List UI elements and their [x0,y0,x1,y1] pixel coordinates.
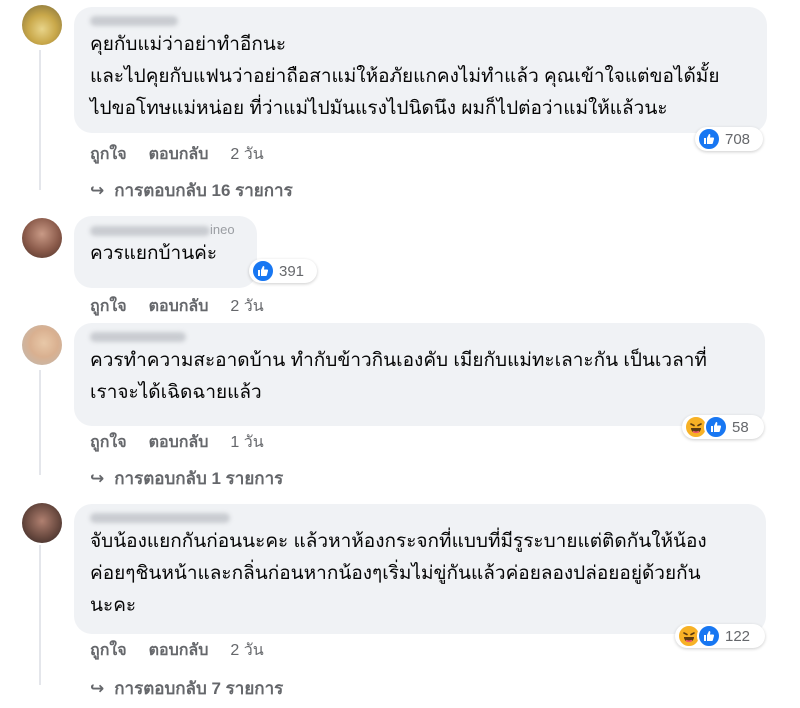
like-reaction-icon [704,415,728,439]
comment-bubble: ineo ควรแยกบ้านค่ะ [74,216,257,288]
timestamp[interactable]: 2 วัน [230,638,263,663]
reply-button[interactable]: ตอบกลับ [149,294,209,319]
comment-text-line: นะคะ [90,595,137,616]
reply-arrow-icon: ↪ [90,678,105,698]
reply-arrow-icon: ↪ [90,468,105,488]
like-reaction-icon [251,259,275,283]
comment-actions: ถูกใจ ตอบกลับ 2 วัน [90,294,264,319]
reaction-summary[interactable]: 391 [249,259,317,283]
replies-count-label: การตอบกลับ 1 รายการ [114,469,284,488]
view-replies-link[interactable]: ↪ การตอบกลับ 16 รายการ [90,177,293,204]
reply-button[interactable]: ตอบกลับ [149,430,209,455]
comment-actions: ถูกใจ ตอบกลับ 1 วัน [90,430,264,455]
comment-bubble: ควรทำความสะอาดบ้าน ทำกับข้าวกินเองคับ เม… [74,323,765,426]
avatar[interactable] [22,325,62,365]
timestamp[interactable]: 2 วัน [230,142,263,167]
comment-text-line: และไปคุยกับแฟนว่าอย่าถือสาแม่ให้อภัยแกคง… [90,66,720,87]
like-reaction-icon [697,624,721,648]
comment-actions: ถูกใจ ตอบกลับ 2 วัน [90,142,264,167]
comment-bubble: คุยกับแม่ว่าอย่าทำอีกนะ และไปคุยกับแฟนว่… [74,7,767,133]
author-name[interactable] [90,510,754,526]
comment-text-line: ค่อยๆชินหน้าและกลิ่นก่อนหากน้องๆเริ่มไม่… [90,563,701,584]
replies-count-label: การตอบกลับ 16 รายการ [114,181,293,200]
view-replies-link[interactable]: ↪ การตอบกลับ 1 รายการ [90,465,283,492]
reaction-summary[interactable]: 58 [682,415,764,439]
author-name[interactable] [90,13,755,29]
reaction-summary[interactable]: 708 [695,127,763,151]
thread-line [39,545,41,685]
reaction-count: 391 [279,262,305,280]
avatar[interactable] [22,503,62,543]
comment-text-line: คุยกับแม่ว่าอย่าทำอีกนะ [90,34,287,55]
reply-button[interactable]: ตอบกลับ [149,142,209,167]
author-name[interactable]: ineo [90,222,245,238]
like-button[interactable]: ถูกใจ [90,142,127,167]
reply-button[interactable]: ตอบกลับ [149,638,209,663]
avatar[interactable] [22,218,62,258]
reaction-summary[interactable]: 122 [675,624,765,648]
comment-actions: ถูกใจ ตอบกลับ 2 วัน [90,638,264,663]
comment-text-line: ควรทำความสะอาดบ้าน ทำกับข้าวกินเองคับ เม… [90,350,707,371]
avatar[interactable] [22,5,62,45]
like-button[interactable]: ถูกใจ [90,294,127,319]
comment-text-line: จับน้องแยกกันก่อนนะคะ แล้วหาห้องกระจกที่… [90,531,707,552]
comment-bubble: จับน้องแยกกันก่อนนะคะ แล้วหาห้องกระจกที่… [74,504,766,634]
author-name-visible: ineo [210,222,235,237]
replies-count-label: การตอบกลับ 7 รายการ [114,679,284,698]
timestamp[interactable]: 1 วัน [230,430,263,455]
reaction-count: 58 [732,418,749,436]
thread-line [39,50,41,190]
comment-text-line: ควรแยกบ้านค่ะ [90,243,218,264]
comment-text-line: เราจะได้เฉิดฉายแล้ว [90,382,262,403]
like-button[interactable]: ถูกใจ [90,430,127,455]
thread-line [39,370,41,475]
reaction-count: 122 [725,627,751,645]
comment-text-line: ไปขอโทษแม่หน่อย ที่ว่าแม่ไปมันแรงไปนิดนึ… [90,98,668,119]
reaction-count: 708 [725,130,751,148]
like-reaction-icon [697,127,721,151]
reply-arrow-icon: ↪ [90,180,105,200]
view-replies-link[interactable]: ↪ การตอบกลับ 7 รายการ [90,675,283,702]
timestamp[interactable]: 2 วัน [230,294,263,319]
like-button[interactable]: ถูกใจ [90,638,127,663]
author-name[interactable] [90,329,753,345]
